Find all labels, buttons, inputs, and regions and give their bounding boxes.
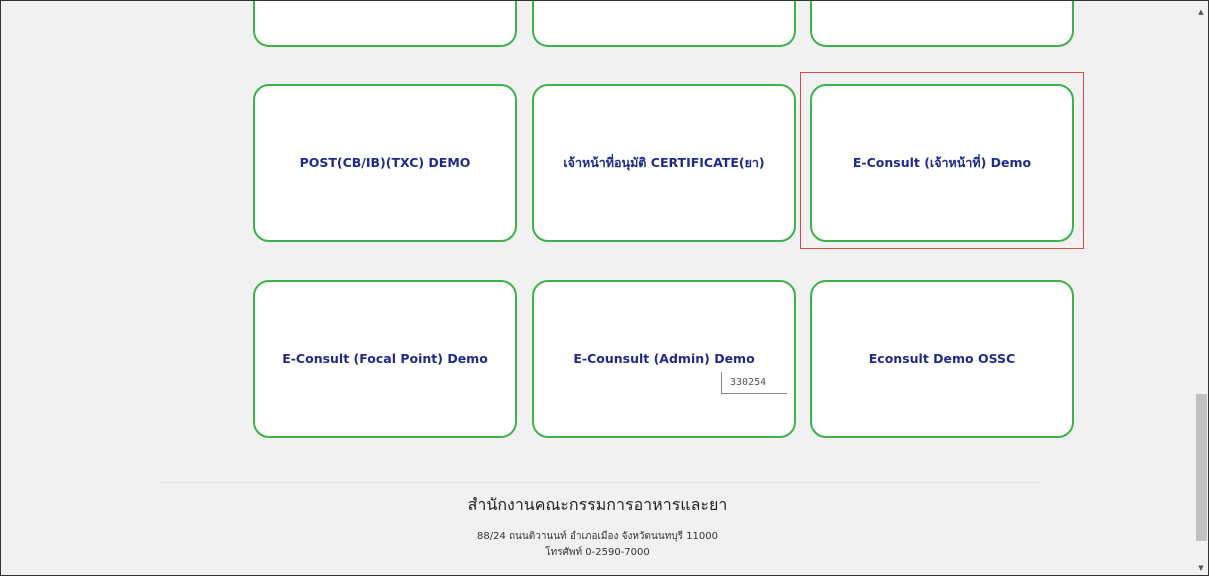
app-card-e-consult-focal-point-demo[interactable]: E-Consult (Focal Point) Demo (253, 280, 517, 438)
scroll-thumb[interactable] (1196, 394, 1207, 541)
scroll-down-icon[interactable]: ▼ (1194, 561, 1208, 575)
browser-frame: POST(CB/IB)(TXC) DEMO เจ้าหน้าที่อนุมัติ… (0, 0, 1209, 576)
app-card-top-2[interactable] (532, 1, 796, 47)
card-label: Econsult Demo OSSC (868, 350, 1016, 366)
app-card-post-cb-ib-txc-demo[interactable]: POST(CB/IB)(TXC) DEMO (253, 84, 517, 242)
app-card-e-counsult-admin-demo[interactable]: E-Counsult (Admin) Demo (532, 280, 796, 438)
footer-phone: โทรศัพท์ 0-2590-7000 (545, 547, 650, 558)
vertical-scrollbar[interactable]: ▲ ▼ (1194, 1, 1208, 575)
card-label: E-Counsult (Admin) Demo (573, 350, 755, 366)
app-card-certificate-approver[interactable]: เจ้าหน้าที่อนุมัติ CERTIFICATE(ยา) (532, 84, 796, 242)
app-card-top-1[interactable] (253, 1, 517, 47)
footer-address: 88/24 ถนนติวานนท์ อำเภอเมือง จังหวัดนนทบ… (476, 531, 719, 542)
app-card-econsult-demo-ossc[interactable]: Econsult Demo OSSC (810, 280, 1074, 438)
footer-org-name: สำนักงานคณะกรรมการอาหารและยา (467, 495, 728, 514)
page-viewport: POST(CB/IB)(TXC) DEMO เจ้าหน้าที่อนุมัติ… (1, 1, 1194, 575)
card-label: POST(CB/IB)(TXC) DEMO (299, 154, 471, 170)
app-card-e-consult-staff-demo[interactable]: E-Consult (เจ้าหน้าที่) Demo (810, 84, 1074, 242)
card-label: E-Consult (เจ้าหน้าที่) Demo (852, 154, 1032, 170)
footer-divider (159, 482, 1041, 483)
number-tooltip-field[interactable]: 330254 (721, 372, 787, 394)
card-label: เจ้าหน้าที่อนุมัติ CERTIFICATE(ยา) (563, 154, 765, 170)
card-label: E-Consult (Focal Point) Demo (282, 350, 488, 366)
app-card-top-3[interactable] (810, 1, 1074, 47)
scroll-up-icon[interactable]: ▲ (1194, 5, 1208, 19)
